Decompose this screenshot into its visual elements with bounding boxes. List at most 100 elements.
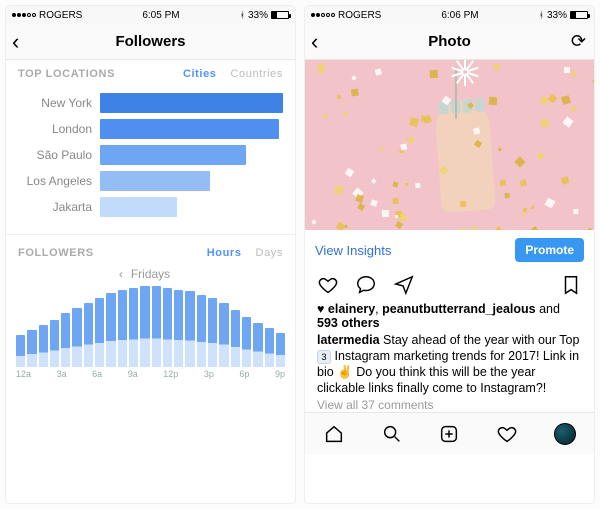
hour-bar <box>152 286 161 367</box>
back-chevron-icon[interactable]: ‹ <box>311 29 318 55</box>
share-plane-icon[interactable] <box>393 274 415 296</box>
hour-tick: 12a <box>16 369 31 379</box>
likes-user2[interactable]: peanutbutterrand_jealous <box>382 302 536 316</box>
battery-pct: 33% <box>547 10 567 21</box>
location-bar <box>100 171 210 191</box>
hour-bar <box>95 298 104 367</box>
followers-hours-header: FOLLOWERS Hours Days <box>6 239 295 263</box>
back-chevron-icon[interactable]: ‹ <box>12 29 19 55</box>
followers-label: FOLLOWERS <box>18 247 94 259</box>
page-title: Photo <box>428 33 471 50</box>
home-icon[interactable] <box>323 423 345 445</box>
hour-bar <box>39 325 48 367</box>
hour-bar <box>242 317 251 367</box>
bookmark-icon[interactable] <box>560 274 582 296</box>
clock: 6:05 PM <box>142 10 179 21</box>
hour-bar <box>174 290 183 367</box>
carrier-label: ROGERS <box>39 10 82 21</box>
comment-bubble-icon[interactable] <box>355 274 377 296</box>
caption-username[interactable]: latermedia <box>317 333 380 347</box>
location-bar <box>100 145 246 165</box>
new-post-icon[interactable] <box>438 423 460 445</box>
hour-bar <box>129 288 138 367</box>
refresh-icon[interactable]: ⟳ <box>571 31 586 52</box>
view-insights-link[interactable]: View Insights <box>315 243 391 258</box>
bottom-tab-bar <box>305 412 594 454</box>
day-selector: ‹ Fridays › <box>6 263 295 283</box>
location-name: São Paulo <box>18 148 100 162</box>
hour-bar <box>106 293 115 367</box>
hour-bar <box>208 298 217 367</box>
signal-dots-icon <box>311 13 335 17</box>
battery-icon <box>271 11 289 19</box>
hour-tick: 9p <box>275 369 285 379</box>
location-bar <box>100 119 279 139</box>
hour-bar <box>140 286 149 367</box>
hour-bar <box>72 308 81 367</box>
hour-bar <box>84 303 93 367</box>
location-name: Los Angeles <box>18 174 100 188</box>
post-action-row <box>305 270 594 298</box>
day-label: Fridays <box>131 267 170 281</box>
like-heart-icon[interactable] <box>317 274 339 296</box>
hour-bar <box>118 290 127 367</box>
keycap-3-emoji: 3 <box>317 350 331 364</box>
carrier-label: ROGERS <box>338 10 381 21</box>
phone-followers: ROGERS 6:05 PM ᚼ 33% ‹ Followers TOP LOC… <box>6 6 295 503</box>
page-title: Followers <box>115 33 185 50</box>
spark-graphic <box>450 65 480 95</box>
location-name: London <box>18 122 100 136</box>
location-bar-row: London <box>18 116 283 142</box>
hour-tick: 6a <box>92 369 102 379</box>
hour-bar <box>231 310 240 367</box>
hour-bar <box>50 320 59 367</box>
clock: 6:06 PM <box>441 10 478 21</box>
location-bar <box>100 93 283 113</box>
battery-pct: 33% <box>248 10 268 21</box>
tab-countries[interactable]: Countries <box>231 68 283 80</box>
section-divider <box>6 234 295 235</box>
likes-others[interactable]: 593 others <box>317 316 380 330</box>
hour-bar <box>197 295 206 367</box>
insights-row: View Insights Promote <box>305 230 594 270</box>
top-locations-chart: New York London São Paulo Los Angeles Jakart… <box>6 84 295 230</box>
nav-bar: ‹ Photo ⟳ <box>305 24 594 60</box>
day-prev-chevron-icon[interactable]: ‹ <box>119 267 123 281</box>
likes-line[interactable]: ♥ elainery, peanutbutterrand_jealous and… <box>305 298 594 330</box>
hour-bar <box>276 333 285 367</box>
tab-hours[interactable]: Hours <box>207 247 242 259</box>
battery-icon <box>570 11 588 19</box>
promote-button[interactable]: Promote <box>515 238 584 262</box>
hour-bar <box>61 313 70 367</box>
search-icon[interactable] <box>381 423 403 445</box>
bluetooth-icon: ᚼ <box>240 10 245 20</box>
location-name: Jakarta <box>18 200 100 214</box>
hour-tick: 9a <box>128 369 138 379</box>
location-bar-row: Los Angeles <box>18 168 283 194</box>
top-locations-header: TOP LOCATIONS Cities Countries <box>6 60 295 84</box>
location-bar <box>100 197 177 217</box>
hour-bar <box>16 335 25 367</box>
top-locations-label: TOP LOCATIONS <box>18 68 115 80</box>
tab-days[interactable]: Days <box>256 247 283 259</box>
location-name: New York <box>18 96 100 110</box>
hour-tick: 3a <box>57 369 67 379</box>
hour-bar <box>185 291 194 367</box>
likes-user1[interactable]: elainery <box>328 302 375 316</box>
location-bar-row: São Paulo <box>18 142 283 168</box>
post-photo[interactable] <box>305 60 594 230</box>
status-bar: ROGERS 6:06 PM ᚼ 33% <box>305 6 594 24</box>
phone-photo: ROGERS 6:06 PM ᚼ 33% ‹ Photo ⟳ View Insi… <box>305 6 594 503</box>
hour-bar <box>265 328 274 367</box>
activity-heart-icon[interactable] <box>496 423 518 445</box>
tab-cities[interactable]: Cities <box>183 68 217 80</box>
hand-graphic <box>434 99 496 212</box>
view-all-comments-link[interactable]: View all 37 comments <box>305 396 594 412</box>
hour-tick: 6p <box>239 369 249 379</box>
hour-bar <box>27 330 36 367</box>
profile-avatar[interactable] <box>554 423 576 445</box>
hour-bar <box>163 288 172 367</box>
hour-bar <box>253 323 262 367</box>
bluetooth-icon: ᚼ <box>539 10 544 20</box>
followers-hours-chart: 12a3a6a9a12p3p6p9p <box>6 283 295 389</box>
